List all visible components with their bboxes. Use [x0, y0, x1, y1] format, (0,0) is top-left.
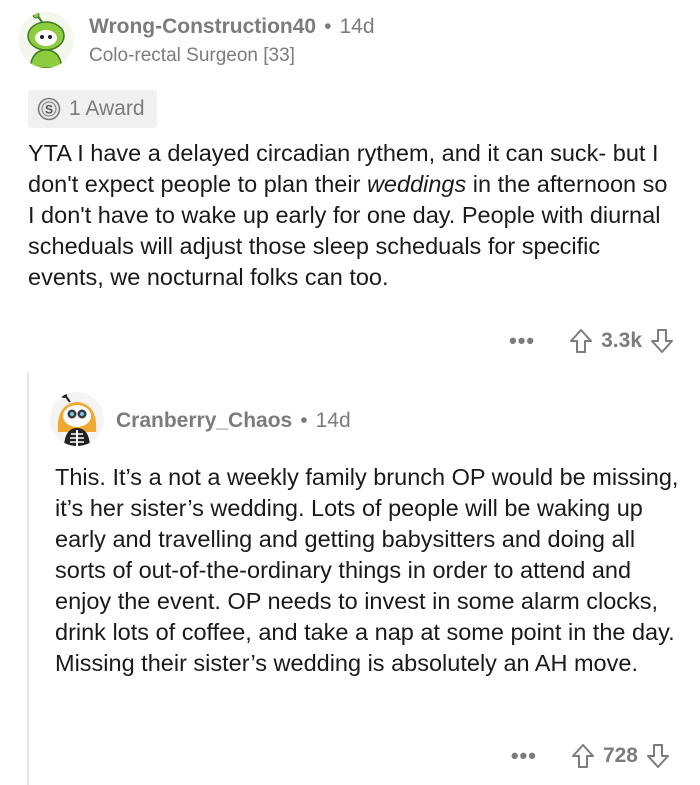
avatar[interactable] — [50, 392, 104, 446]
downvote-button[interactable] — [650, 328, 674, 354]
snoo-avatar-icon — [18, 12, 74, 68]
silver-award-icon: S — [37, 97, 61, 121]
comment-body: YTA I have a delayed circadian rythem, a… — [28, 138, 678, 293]
user-flair: Colo-rectal Surgeon [33] — [89, 45, 295, 66]
comment-text-italic: weddings — [366, 171, 467, 197]
downvote-arrow-icon — [647, 744, 669, 768]
vote-score: 728 — [602, 744, 638, 767]
skeleton-avatar-icon — [50, 392, 104, 446]
more-options-button[interactable]: ••• — [509, 328, 535, 354]
separator: • — [300, 409, 308, 432]
award-count: 1 Award — [69, 97, 145, 120]
svg-text:S: S — [45, 103, 53, 117]
award-badge[interactable]: S 1 Award — [28, 90, 157, 128]
comment-age: 14d — [339, 15, 375, 38]
upvote-arrow-icon — [570, 329, 593, 353]
comment-actions: ••• 728 — [511, 743, 670, 769]
username[interactable]: Cranberry_Chaos — [116, 409, 292, 433]
comment-age: 14d — [315, 409, 351, 432]
vote-score: 3.3k — [601, 329, 642, 352]
username[interactable]: Wrong-Construction40 — [89, 15, 316, 39]
comment-body: This. It’s a not a weekly family brunch … — [55, 464, 679, 676]
separator: • — [324, 15, 332, 38]
thread-line[interactable] — [27, 372, 29, 785]
upvote-button[interactable] — [571, 743, 595, 769]
comment-actions: ••• 3.3k — [509, 328, 674, 354]
avatar[interactable] — [18, 12, 74, 68]
downvote-button[interactable] — [646, 743, 670, 769]
upvote-button[interactable] — [569, 328, 593, 354]
upvote-arrow-icon — [571, 744, 594, 768]
more-options-button[interactable]: ••• — [511, 743, 537, 769]
downvote-arrow-icon — [651, 329, 673, 353]
